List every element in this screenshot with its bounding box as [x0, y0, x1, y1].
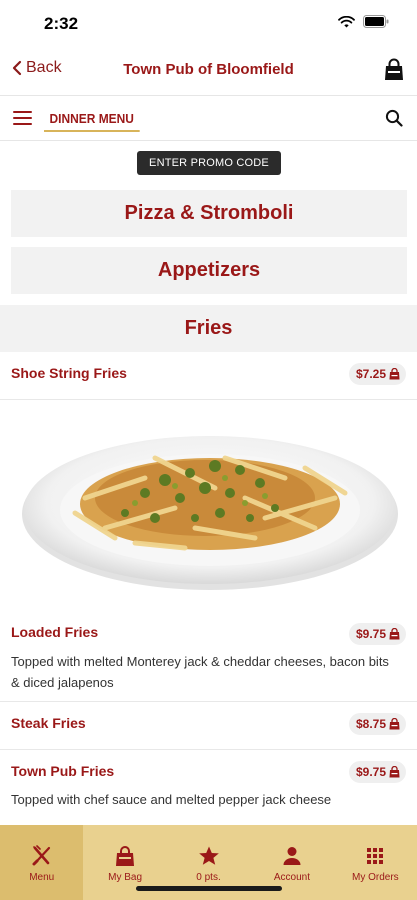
- tab-my-orders[interactable]: My Orders: [334, 825, 417, 900]
- price-badge[interactable]: $9.75: [348, 761, 406, 783]
- item-name: Loaded Fries: [11, 624, 99, 640]
- category-appetizers[interactable]: Appetizers: [11, 247, 407, 294]
- home-indicator: [136, 886, 282, 891]
- bag-icon: [389, 766, 400, 778]
- star-icon: [198, 846, 219, 865]
- fries-photo: [22, 436, 398, 590]
- item-price: $7.25: [355, 367, 386, 381]
- category-pizza-stromboli[interactable]: Pizza & Stromboli: [11, 190, 407, 237]
- tab-label: Menu: [29, 872, 55, 883]
- tab-label: Account: [273, 872, 310, 883]
- menu-item-steak-fries[interactable]: Steak Fries $8.75: [0, 702, 417, 750]
- bag-button[interactable]: [383, 58, 405, 82]
- grid-icon: [367, 848, 384, 864]
- promo-code-button[interactable]: ENTER PROMO CODE: [137, 151, 281, 175]
- hamburger-menu-icon[interactable]: [13, 111, 32, 125]
- status-icons: [338, 15, 389, 28]
- item-price: $9.75: [355, 627, 386, 641]
- fork-knife-icon: [32, 845, 50, 866]
- nav-bar: Back Town Pub of Bloomfield: [0, 48, 417, 94]
- item-name: Steak Fries: [11, 715, 86, 731]
- menu-bar: DINNER MENU: [0, 95, 417, 141]
- tab-menu[interactable]: Menu: [0, 825, 84, 900]
- search-button[interactable]: [385, 109, 403, 127]
- tab-label: My Bag: [108, 872, 143, 883]
- menu-item-town-pub-fries[interactable]: Town Pub Fries $9.75 Topped with chef sa…: [0, 750, 417, 822]
- bag-icon: [389, 628, 400, 640]
- price-badge[interactable]: $9.75: [348, 623, 406, 645]
- status-time: 2:32: [44, 14, 79, 33]
- category-fries[interactable]: Fries: [0, 305, 417, 352]
- bag-icon: [116, 846, 135, 866]
- page-title: Town Pub of Bloomfield: [123, 61, 294, 78]
- item-name: Shoe String Fries: [11, 365, 127, 381]
- item-description: Topped with melted Monterey jack & chedd…: [11, 654, 389, 690]
- item-description: Topped with chef sauce and melted pepper…: [11, 792, 332, 807]
- tab-dinner-menu[interactable]: DINNER MENU: [44, 106, 140, 132]
- status-bar: 2:32: [0, 0, 417, 48]
- tab-label: 0 pts.: [196, 872, 221, 883]
- item-price: $8.75: [355, 717, 386, 731]
- bag-icon: [389, 718, 400, 730]
- person-icon: [283, 847, 301, 865]
- bag-icon: [385, 58, 403, 80]
- price-badge[interactable]: $7.25: [348, 363, 406, 385]
- menu-item-loaded-fries[interactable]: Loaded Fries $9.75 Topped with melted Mo…: [0, 614, 417, 702]
- search-icon: [385, 109, 403, 127]
- menu-item-shoe-string-fries[interactable]: Shoe String Fries $7.25: [0, 352, 417, 400]
- item-name: Town Pub Fries: [11, 763, 115, 779]
- tab-label: My Orders: [351, 872, 399, 883]
- price-badge[interactable]: $8.75: [348, 713, 406, 735]
- bag-icon: [389, 368, 400, 380]
- battery-icon: [363, 15, 389, 28]
- wifi-icon: [338, 15, 355, 27]
- item-price: $9.75: [355, 765, 386, 779]
